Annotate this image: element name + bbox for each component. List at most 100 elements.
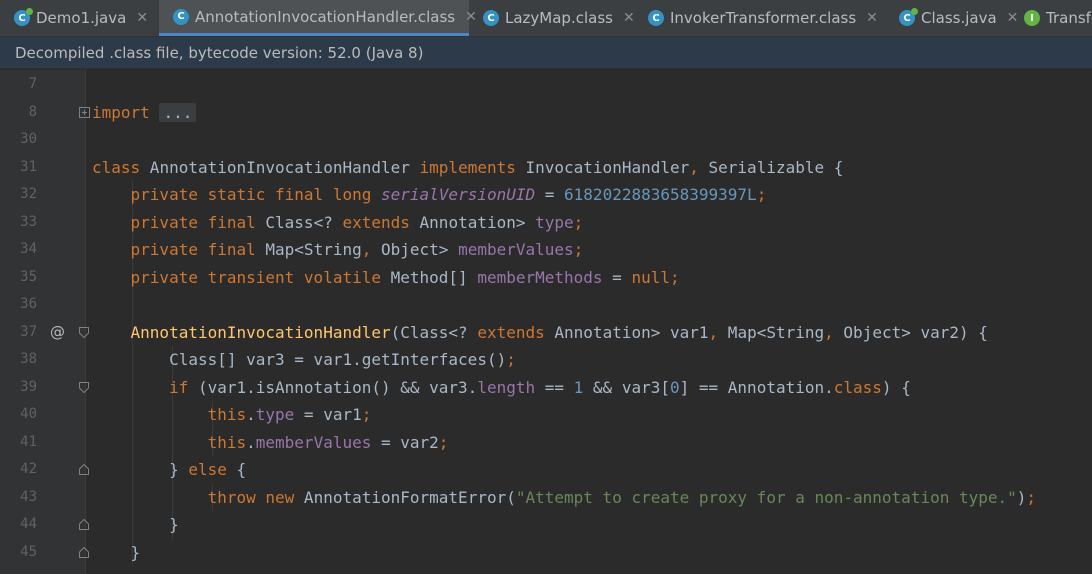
code-line[interactable]: 41 this.memberValues = var2; [0, 429, 1092, 456]
code-token: . [246, 405, 256, 424]
code-text: private transient volatile Method[] memb… [92, 264, 680, 291]
line-number: 32 [20, 186, 37, 202]
code-token: memberMethods [477, 267, 603, 287]
code-token: . [246, 432, 256, 452]
collapse-fold-icon[interactable] [79, 464, 89, 475]
code-token: Annotation> var1 [544, 322, 709, 342]
tab-transfo[interactable]: I Transfo [1010, 0, 1092, 36]
code-token: } [92, 460, 189, 479]
code-text: AnnotationInvocationHandler(Class<? exte… [92, 319, 988, 346]
tab-label: InvokerTransformer.class [670, 9, 857, 27]
class-icon: C [483, 10, 499, 26]
code-token: memberValues [458, 240, 574, 259]
line-number: 30 [20, 131, 37, 147]
code-token: implements [419, 157, 516, 177]
code-line[interactable]: 34 private final Map<String, Object> mem… [0, 236, 1092, 263]
code-token: null [631, 267, 670, 287]
code-line[interactable]: 42 } else { [0, 456, 1092, 483]
collapse-fold-icon[interactable] [79, 381, 89, 393]
code-token: (var1.isAnnotation() && var3. [188, 377, 478, 397]
close-tab-icon[interactable]: ✕ [136, 10, 148, 26]
folded-imports-placeholder[interactable]: ... [159, 102, 197, 122]
code-token: (Class<? [390, 322, 478, 342]
code-line[interactable]: 35 private transient volatile Method[] m… [0, 264, 1092, 291]
java-class-icon: C [14, 8, 33, 26]
code-token: , [689, 157, 699, 177]
tab-demo1-java[interactable]: C Demo1.java ✕ [0, 0, 155, 36]
code-token: Method[] [380, 267, 478, 287]
line-number: 8 [28, 103, 37, 120]
code-token: ; [438, 432, 449, 452]
code-text: } else { [92, 456, 246, 483]
code-token: ; [573, 240, 584, 259]
line-number: 39 [20, 378, 37, 395]
code-line[interactable]: 44 } [0, 511, 1092, 538]
class-icon: C [648, 10, 664, 26]
line-number: 40 [20, 406, 37, 422]
code-token: private final [130, 212, 256, 232]
code-token: Class<? [255, 212, 343, 232]
code-line[interactable]: 40 this.type = var1; [0, 401, 1092, 428]
code-line[interactable]: 33 private final Class<? extends Annotat… [0, 209, 1092, 236]
line-number: 41 [20, 433, 37, 450]
code-text: } [92, 539, 141, 566]
expand-fold-icon[interactable] [79, 106, 90, 118]
code-token: = [602, 267, 632, 287]
code-line[interactable]: 31 class AnnotationInvocationHandler impl… [0, 154, 1092, 181]
collapse-fold-icon[interactable] [79, 519, 89, 530]
decompiled-banner: Decompiled .class file, bytecode version… [0, 37, 1092, 69]
code-token: } [92, 515, 179, 534]
tab-label: Transfo [1046, 9, 1092, 27]
code-text: this.memberValues = var2; [92, 429, 449, 456]
code-token: Serializable { [698, 157, 844, 177]
tab-invokertransformer-class[interactable]: C InvokerTransformer.class ✕ [634, 0, 885, 36]
code-token: = [535, 185, 565, 204]
code-line[interactable]: 32 private static final long serialVersi… [0, 181, 1092, 208]
class-icon: C [173, 8, 189, 25]
code-text: this.type = var1; [92, 401, 372, 428]
code-token: serialVersionUID [381, 185, 536, 204]
code-token: ; [1026, 487, 1037, 507]
code-token: import [92, 102, 150, 122]
tab-label: AnnotationInvocationHandler.class [195, 7, 456, 26]
line-number: 37 [20, 323, 37, 340]
line-number: 44 [20, 516, 37, 532]
code-token: Annotation> [409, 212, 536, 232]
code-line[interactable]: 43 throw new AnnotationFormatError("Atte… [0, 484, 1092, 511]
tab-lazymap-class[interactable]: C LazyMap.class ✕ [469, 0, 635, 36]
code-line[interactable]: 37 @ AnnotationInvocationHandler(Class<? … [0, 319, 1092, 346]
code-editor[interactable]: 7 8 import ... 30 31 class AnnotationInvocati… [0, 70, 1092, 574]
collapse-fold-icon[interactable] [79, 546, 89, 558]
code-token: InvocationHandler [515, 157, 690, 177]
tab-annotationinvocationhandler-class[interactable]: C AnnotationInvocationHandler.class ✕ [159, 0, 477, 36]
code-line[interactable]: 38 Class[] var3 = var1.getInterfaces(); [0, 346, 1092, 373]
collapse-fold-icon[interactable] [79, 326, 89, 338]
close-tab-icon[interactable]: ✕ [623, 10, 635, 26]
code-text: if (var1.isAnnotation() && var3.length =… [92, 374, 911, 401]
code-token: Object> var2) { [833, 322, 988, 342]
code-line[interactable]: 30 [0, 126, 1092, 153]
tab-class-java[interactable]: C Class.java ✕ [885, 0, 1018, 36]
code-token: = var2 [371, 432, 439, 452]
code-token: { [226, 460, 247, 479]
code-token: Object> [371, 240, 459, 259]
code-token: 1 [573, 377, 584, 397]
close-tab-icon[interactable]: ✕ [866, 10, 878, 26]
code-token: , [824, 322, 834, 342]
code-line[interactable]: 36 [0, 291, 1092, 318]
code-token: AnnotationFormatError( [294, 487, 516, 507]
code-line[interactable]: 7 [0, 71, 1092, 98]
code-line[interactable]: 39 if (var1.isAnnotation() && var3.lengt… [0, 374, 1092, 401]
code-token: ; [506, 350, 516, 369]
override-marker-icon[interactable]: @ [50, 319, 65, 346]
code-line[interactable]: 8 import ... [0, 99, 1092, 126]
code-line[interactable]: 45 } [0, 539, 1092, 566]
code-token: = var1 [294, 405, 362, 424]
code-token: "Attempt to create proxy for a non-annot… [515, 487, 1017, 507]
